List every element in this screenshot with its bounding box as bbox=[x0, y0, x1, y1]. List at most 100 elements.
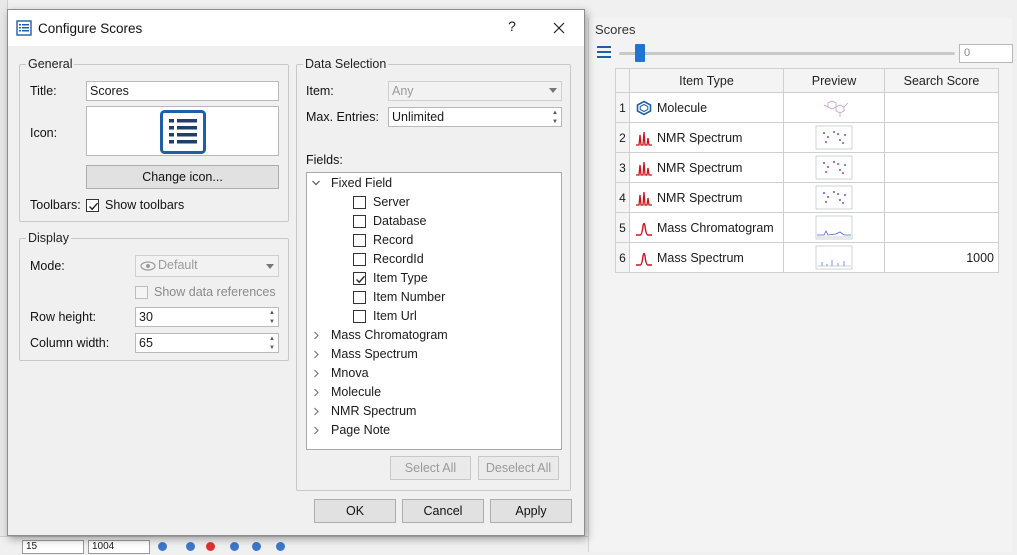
tree-field-item[interactable]: Record bbox=[307, 231, 561, 250]
preview-cell[interactable] bbox=[783, 212, 885, 243]
spectrum-preview[interactable] bbox=[814, 185, 854, 211]
search-score-cell[interactable] bbox=[884, 152, 999, 183]
search-score-cell[interactable] bbox=[884, 212, 999, 243]
row-number[interactable]: 1 bbox=[615, 92, 630, 123]
search-score-cell[interactable] bbox=[884, 122, 999, 153]
collapsed-chevron-icon[interactable] bbox=[311, 345, 321, 364]
bg-add-icon[interactable] bbox=[206, 542, 215, 551]
column-header-preview[interactable]: Preview bbox=[783, 68, 885, 93]
row-number[interactable]: 2 bbox=[615, 122, 630, 153]
tree-node-group[interactable]: NMR Spectrum bbox=[307, 402, 561, 421]
show-toolbars-checkbox[interactable] bbox=[86, 199, 99, 212]
preview-cell[interactable] bbox=[783, 92, 885, 123]
column-header-search-score[interactable]: Search Score bbox=[884, 68, 999, 93]
item-type-cell[interactable]: NMR Spectrum bbox=[629, 152, 784, 183]
table-row[interactable]: 2 NMR Spectrum bbox=[615, 122, 999, 153]
tree-field-item[interactable]: Item Url bbox=[307, 307, 561, 326]
row-height-stepper[interactable]: ▲ ▼ bbox=[266, 308, 278, 326]
field-checkbox[interactable] bbox=[353, 272, 366, 285]
row-number[interactable]: 5 bbox=[615, 212, 630, 243]
search-score-cell[interactable] bbox=[884, 92, 999, 123]
title-input[interactable]: Scores bbox=[86, 81, 279, 101]
row-number[interactable]: 3 bbox=[615, 152, 630, 183]
select-all-button[interactable]: Select All bbox=[390, 456, 471, 480]
column-header-item-type[interactable]: Item Type bbox=[629, 68, 784, 93]
tree-field-item[interactable]: Server bbox=[307, 193, 561, 212]
max-entries-stepper[interactable]: ▲ ▼ bbox=[549, 108, 561, 126]
bg-tool-icon[interactable] bbox=[276, 542, 285, 551]
item-type-cell[interactable]: Mass Spectrum bbox=[629, 242, 784, 273]
tree-field-item[interactable]: RecordId bbox=[307, 250, 561, 269]
tree-node-group[interactable]: Mass Spectrum bbox=[307, 345, 561, 364]
collapsed-chevron-icon[interactable] bbox=[311, 364, 321, 383]
change-icon-button[interactable]: Change icon... bbox=[86, 165, 279, 189]
collapsed-chevron-icon[interactable] bbox=[311, 421, 321, 440]
tree-node-group[interactable]: Molecule bbox=[307, 383, 561, 402]
collapsed-chevron-icon[interactable] bbox=[311, 402, 321, 421]
deselect-all-button[interactable]: Deselect All bbox=[478, 456, 559, 480]
field-checkbox[interactable] bbox=[353, 196, 366, 209]
show-toolbars-label[interactable]: Show toolbars bbox=[105, 198, 184, 212]
table-row[interactable]: 1 Molecule bbox=[615, 92, 999, 123]
tree-node-group[interactable]: Page Note bbox=[307, 421, 561, 440]
table-row[interactable]: 5 Mass Chromatogram bbox=[615, 212, 999, 243]
max-entries-spinbox[interactable]: Unlimited ▲ ▼ bbox=[388, 107, 562, 127]
tree-field-item[interactable]: Item Type bbox=[307, 269, 561, 288]
dialog-titlebar[interactable]: Configure Scores ? bbox=[8, 10, 584, 46]
preview-cell[interactable] bbox=[783, 182, 885, 213]
bg-spinbox-b[interactable]: 1004 bbox=[88, 540, 150, 554]
search-score-cell[interactable]: 1000 bbox=[884, 242, 999, 273]
slider-value-field[interactable]: 0 bbox=[959, 44, 1013, 63]
field-checkbox[interactable] bbox=[353, 215, 366, 228]
entries-slider[interactable] bbox=[619, 44, 955, 62]
bg-tool-icon[interactable] bbox=[252, 542, 261, 551]
tree-field-item[interactable]: Database bbox=[307, 212, 561, 231]
mass-spectrum-preview[interactable] bbox=[814, 245, 854, 271]
preview-cell[interactable] bbox=[783, 152, 885, 183]
table-row[interactable]: 4 NMR Spectrum bbox=[615, 182, 999, 213]
column-width-spinbox[interactable]: 65 ▲ ▼ bbox=[135, 333, 279, 353]
bg-spinbox-a[interactable]: 15 bbox=[22, 540, 84, 554]
spectrum-preview[interactable] bbox=[814, 125, 854, 151]
expanded-chevron-icon[interactable] bbox=[311, 174, 321, 193]
field-checkbox[interactable] bbox=[353, 234, 366, 247]
field-checkbox[interactable] bbox=[353, 291, 366, 304]
field-checkbox[interactable] bbox=[353, 253, 366, 266]
molecule-preview[interactable] bbox=[814, 95, 854, 121]
spectrum-preview[interactable] bbox=[814, 155, 854, 181]
help-button[interactable]: ? bbox=[502, 18, 522, 38]
bg-tool-icon[interactable] bbox=[186, 542, 195, 551]
menu-icon[interactable] bbox=[597, 46, 611, 60]
apply-button[interactable]: Apply bbox=[490, 499, 572, 523]
chromatogram-preview[interactable] bbox=[814, 215, 854, 241]
preview-cell[interactable] bbox=[783, 242, 885, 273]
search-score-cell[interactable] bbox=[884, 182, 999, 213]
bg-tool-icon[interactable] bbox=[158, 542, 167, 551]
tree-field-item[interactable]: Item Number bbox=[307, 288, 561, 307]
field-checkbox[interactable] bbox=[353, 310, 366, 323]
item-type-cell[interactable]: Molecule bbox=[629, 92, 784, 123]
item-type-cell[interactable]: NMR Spectrum bbox=[629, 182, 784, 213]
table-row[interactable]: 3 NMR Spectrum bbox=[615, 152, 999, 183]
item-type-cell[interactable]: NMR Spectrum bbox=[629, 122, 784, 153]
row-number[interactable]: 6 bbox=[615, 242, 630, 273]
close-icon[interactable] bbox=[547, 18, 571, 38]
bg-tool-icon[interactable] bbox=[230, 542, 239, 551]
row-number[interactable]: 4 bbox=[615, 182, 630, 213]
item-dropdown[interactable]: Any bbox=[388, 81, 562, 101]
item-type-cell[interactable]: Mass Chromatogram bbox=[629, 212, 784, 243]
collapsed-chevron-icon[interactable] bbox=[311, 383, 321, 402]
mode-dropdown[interactable]: Default bbox=[135, 255, 279, 277]
ok-button[interactable]: OK bbox=[314, 499, 396, 523]
table-row[interactable]: 6 Mass Spectrum 1000 bbox=[615, 242, 999, 273]
tree-node-group[interactable]: Mnova bbox=[307, 364, 561, 383]
cancel-button[interactable]: Cancel bbox=[402, 499, 484, 523]
tree-node-fixed-field[interactable]: Fixed Field bbox=[307, 174, 561, 193]
show-data-references-checkbox[interactable] bbox=[135, 286, 148, 299]
column-width-stepper[interactable]: ▲ ▼ bbox=[266, 334, 278, 352]
row-height-spinbox[interactable]: 30 ▲ ▼ bbox=[135, 307, 279, 327]
collapsed-chevron-icon[interactable] bbox=[311, 326, 321, 345]
slider-thumb[interactable] bbox=[635, 44, 645, 62]
preview-cell[interactable] bbox=[783, 122, 885, 153]
tree-node-group[interactable]: Mass Chromatogram bbox=[307, 326, 561, 345]
